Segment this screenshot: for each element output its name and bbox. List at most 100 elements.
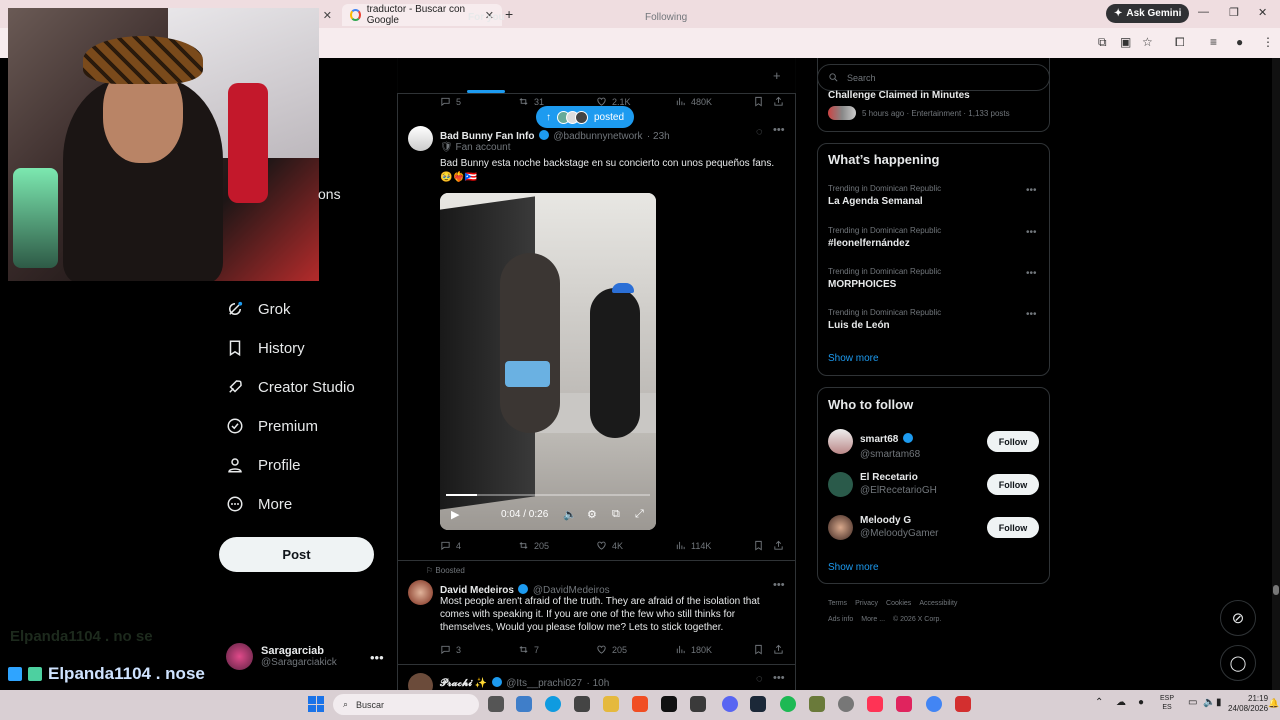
footer-link[interactable]: Cookies: [886, 600, 911, 607]
post-more-icon[interactable]: •••: [773, 672, 785, 684]
author-handle[interactable]: @Its__prachi027: [506, 678, 582, 689]
chevron-up-icon[interactable]: ⌃: [1095, 697, 1103, 708]
network-icon[interactable]: ▭: [1188, 697, 1197, 708]
mic-icon[interactable]: ●: [1138, 697, 1144, 708]
language-indicator[interactable]: ESP ES: [1160, 694, 1174, 712]
news-title[interactable]: Challenge Claimed in Minutes: [828, 90, 970, 101]
share-button[interactable]: [773, 96, 784, 107]
messages-fab-icon[interactable]: ◯: [1220, 645, 1256, 681]
nvidia-icon[interactable]: [661, 696, 677, 712]
repost-button[interactable]: 31: [518, 96, 544, 107]
trend-more-icon[interactable]: •••: [1026, 185, 1037, 196]
suggested-account[interactable]: El Recetario @ElRecetarioGH: [860, 472, 937, 496]
nav-item-partial[interactable]: ons: [318, 186, 341, 202]
app-icon[interactable]: [896, 696, 912, 712]
account-more-icon[interactable]: •••: [370, 650, 384, 665]
video-player[interactable]: [440, 193, 656, 530]
scrollbar[interactable]: [1272, 58, 1280, 690]
avatar[interactable]: [828, 429, 853, 454]
post-time[interactable]: · 10h: [586, 678, 609, 689]
play-icon[interactable]: ▶: [451, 508, 459, 521]
screenshot-icon[interactable]: ▣: [1120, 35, 1131, 49]
trend-item[interactable]: Trending in Dominican Republic La Agenda …: [828, 184, 941, 207]
minimize-icon[interactable]: —: [1198, 6, 1209, 18]
nav-item-profile[interactable]: Profile: [226, 456, 301, 474]
footer-link[interactable]: Terms: [828, 600, 847, 607]
restore-icon[interactable]: ❐: [1229, 6, 1239, 19]
brave-icon[interactable]: [632, 696, 648, 712]
bookmark-button[interactable]: [753, 644, 764, 655]
reply-button[interactable]: 5: [440, 96, 461, 107]
menu-icon[interactable]: ⋮: [1262, 35, 1274, 49]
chrome-icon[interactable]: [926, 696, 942, 712]
suggested-account[interactable]: smart68 @smartam68: [860, 429, 920, 460]
close-window-icon[interactable]: ✕: [1258, 6, 1267, 19]
footer-link[interactable]: Ads info: [828, 616, 853, 623]
grok-fab-icon[interactable]: ⊘: [1220, 600, 1256, 636]
footer-link[interactable]: More ...: [861, 616, 885, 623]
pip-icon[interactable]: ⧉: [612, 508, 620, 521]
terminal-icon[interactable]: [574, 696, 590, 712]
video-app-icon[interactable]: [955, 696, 971, 712]
video-progress-track[interactable]: [446, 494, 650, 496]
media-icon[interactable]: ≡: [1210, 35, 1217, 49]
footer-link[interactable]: Privacy: [855, 600, 878, 607]
reply-button[interactable]: 4: [440, 540, 461, 551]
post-button[interactable]: Post: [219, 537, 374, 572]
edge-icon[interactable]: [545, 696, 561, 712]
battery-icon[interactable]: ▮: [1216, 697, 1222, 708]
share-button[interactable]: [773, 540, 784, 551]
steam-icon[interactable]: [750, 696, 766, 712]
profile-avatar-icon[interactable]: ●: [1236, 35, 1243, 49]
suggested-account[interactable]: Meloody G @MeloodyGamer: [860, 515, 939, 539]
app-icon[interactable]: [809, 696, 825, 712]
nav-item-creator-studio[interactable]: Creator Studio: [226, 378, 355, 396]
show-more-trends-link[interactable]: Show more: [828, 353, 879, 364]
new-tab-icon[interactable]: +: [505, 6, 513, 22]
follow-button[interactable]: Follow: [987, 517, 1039, 538]
footer-link[interactable]: Accessibility: [919, 600, 957, 607]
extensions-icon[interactable]: ⧠: [1175, 35, 1185, 50]
author-name[interactable]: Bad Bunny Fan Info: [440, 131, 534, 142]
volume-icon[interactable]: 🔈: [563, 508, 577, 521]
widgets-icon[interactable]: [516, 696, 532, 712]
author-name[interactable]: 𝓟𝓻𝓪𝓬𝓱𝓲 ✨: [440, 678, 487, 689]
trend-item[interactable]: Trending in Dominican Republic Luis de Le…: [828, 308, 941, 331]
taskbar-search[interactable]: ⌕ Buscar: [333, 694, 479, 715]
trend-more-icon[interactable]: •••: [1026, 268, 1037, 279]
post-time[interactable]: · 23h: [647, 131, 670, 142]
fullscreen-icon[interactable]: ⤢: [635, 508, 644, 521]
translate-icon[interactable]: ⧉: [1098, 35, 1107, 50]
cloud-icon[interactable]: ☁: [1116, 697, 1126, 708]
avatar[interactable]: [408, 580, 433, 605]
avatar[interactable]: [408, 126, 433, 151]
ask-gemini-button[interactable]: ✦ Ask Gemini: [1106, 4, 1190, 23]
task-view-icon[interactable]: [488, 696, 504, 712]
bookmark-star-icon[interactable]: ☆: [1142, 35, 1153, 49]
bookmark-button[interactable]: [753, 540, 764, 551]
nav-item-grok[interactable]: Grok: [226, 300, 291, 318]
new-posts-pill[interactable]: ↑ posted: [536, 106, 635, 128]
spotify-icon[interactable]: [780, 696, 796, 712]
start-icon[interactable]: [308, 696, 324, 712]
scrollbar-thumb[interactable]: [1273, 585, 1279, 595]
follow-button[interactable]: Follow: [987, 431, 1039, 452]
share-button[interactable]: [773, 644, 784, 655]
app-icon[interactable]: [690, 696, 706, 712]
search-input[interactable]: Search: [817, 64, 1050, 91]
settings-icon[interactable]: ⚙: [587, 508, 597, 521]
post-more-icon[interactable]: •••: [773, 124, 785, 136]
follow-button[interactable]: Follow: [987, 474, 1039, 495]
tiktok-live-icon[interactable]: [867, 696, 883, 712]
avatar[interactable]: [828, 472, 853, 497]
obs-icon[interactable]: [838, 696, 854, 712]
reply-button[interactable]: 3: [440, 644, 461, 655]
trend-more-icon[interactable]: •••: [1026, 309, 1037, 320]
add-tab-icon[interactable]: +: [773, 68, 781, 83]
author-handle[interactable]: @badbunnynetwork: [553, 131, 642, 142]
tab-following[interactable]: Following: [645, 12, 687, 23]
close-tab-icon[interactable]: ✕: [323, 9, 332, 22]
grok-explain-icon[interactable]: ◌: [756, 673, 763, 685]
like-button[interactable]: 4K: [596, 540, 623, 551]
show-more-follow-link[interactable]: Show more: [828, 562, 879, 573]
